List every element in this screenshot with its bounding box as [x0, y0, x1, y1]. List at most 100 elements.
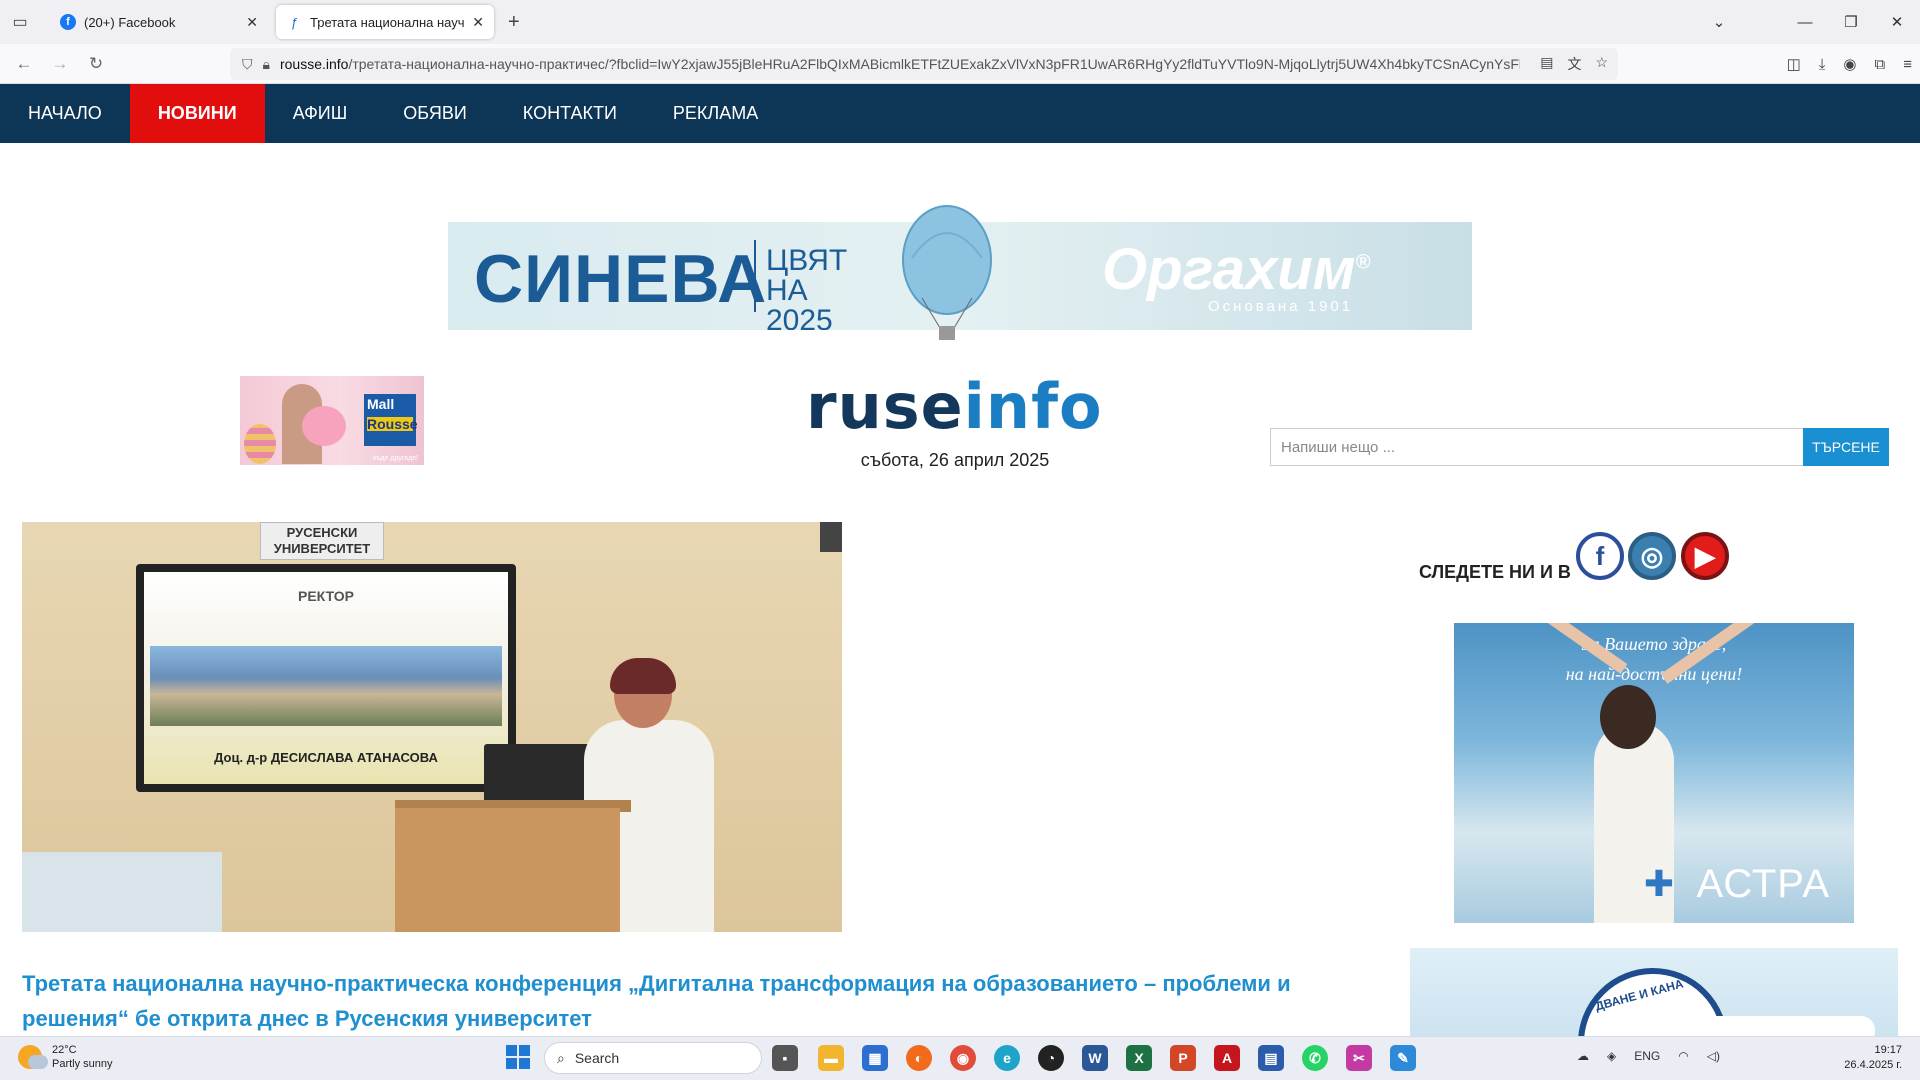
presentation-screen: РЕКТОР Доц. д-р ДЕСИСЛАВА АТАНАСОВА — [136, 564, 516, 792]
extensions-icon[interactable]: ⧉ — [1875, 56, 1886, 73]
facebook-favicon-icon: f — [60, 14, 76, 30]
astra-pharmacy-ad[interactable]: За Вашето здраве, на най-достъпни цени! ✚… — [1454, 623, 1854, 923]
astra-brand: АСТРА — [1696, 862, 1830, 906]
banner-brand-right: Оргахим® — [1102, 237, 1371, 302]
balloon-icon — [902, 205, 992, 340]
screen-name: Доц. д-р ДЕСИСЛАВА АТАНАСОВА — [214, 750, 438, 765]
facebook-icon[interactable]: f — [1576, 532, 1624, 580]
search-icon: ⌕ — [557, 1049, 565, 1066]
system-tray: ☁ ◈ ENG ◠ ◁) — [1577, 1049, 1720, 1063]
search-button[interactable]: ТЪРСЕНЕ — [1803, 428, 1889, 466]
nav-news[interactable]: НОВИНИ — [129, 84, 265, 143]
url-text[interactable]: rousse.info/третата-национална-научно-пр… — [280, 56, 1520, 72]
chevron-down-icon[interactable]: ⌄ — [1696, 13, 1742, 31]
browser-tab-bar: ▭ f (20+) Facebook ✕ ƒ Третата националн… — [0, 0, 1920, 44]
astra-tagline: За Вашето здраве, на най-достъпни цени! — [1565, 634, 1743, 684]
youtube-icon[interactable]: ▶ — [1681, 532, 1729, 580]
tab-title: (20+) Facebook — [84, 14, 176, 30]
chrome-icon[interactable]: ◉ — [950, 1045, 976, 1071]
acrobat-icon[interactable]: A — [1214, 1045, 1240, 1071]
tab-title: Третата национална научно-п — [310, 14, 465, 30]
firefox-icon[interactable]: ◐ — [906, 1045, 932, 1071]
volume-icon[interactable]: ◁) — [1707, 1049, 1720, 1063]
mall-rousse-ad[interactable]: Mall Rousse къде другаде! — [240, 376, 424, 465]
obs-icon[interactable]: ◔ — [1038, 1045, 1064, 1071]
ad-tagline: къде другаде! — [373, 455, 418, 462]
whatsapp-icon[interactable]: ✆ — [1302, 1045, 1328, 1071]
url-bar[interactable]: ⛉ 🔒︎ rousse.info/третата-национална-науч… — [230, 48, 1618, 80]
screen-title: РЕКТОР — [298, 588, 354, 604]
ad-flowers — [302, 406, 346, 446]
weather-widget[interactable]: 22°C Partly sunny — [18, 1043, 113, 1071]
reader-view-icon[interactable]: ▤ — [1540, 54, 1553, 74]
bookmark-star-icon[interactable]: ☆ — [1595, 54, 1608, 74]
partly-sunny-icon — [18, 1045, 48, 1069]
system-clock[interactable]: 19:17 26.4.2025 г. — [1844, 1043, 1902, 1073]
window-controls: ⌄ — ❐ ✕ — [1696, 0, 1920, 44]
close-tab-icon[interactable]: ✕ — [472, 14, 484, 31]
tab-facebook[interactable]: f (20+) Facebook ✕ — [50, 5, 268, 39]
nav-home[interactable]: НАЧАЛО — [0, 84, 130, 143]
close-tab-icon[interactable]: ✕ — [246, 14, 258, 31]
store-icon[interactable]: ▦ — [862, 1045, 888, 1071]
site-logo[interactable]: ruseinfo — [806, 376, 1106, 438]
banner-tagline: ЦВЯТ НА 2025 — [766, 244, 848, 331]
instagram-icon[interactable]: ◎ — [1628, 532, 1676, 580]
file-explorer-icon[interactable]: ▬ — [818, 1045, 844, 1071]
nav-ads[interactable]: ОБЯВИ — [375, 84, 495, 143]
paint-icon[interactable]: ✎ — [1390, 1045, 1416, 1071]
security-icon[interactable]: ◈ — [1607, 1049, 1616, 1063]
search-input[interactable] — [1270, 428, 1804, 466]
nav-afish[interactable]: АФИШ — [265, 84, 376, 143]
wifi-icon[interactable]: ◠ — [1678, 1049, 1688, 1063]
banner-divider — [754, 240, 756, 312]
download-icon[interactable]: ⤓ — [1819, 56, 1826, 73]
forward-icon[interactable]: → — [42, 54, 78, 74]
shield-icon[interactable]: ⛉ — [242, 56, 253, 73]
translate-icon[interactable]: 文 — [1567, 54, 1581, 74]
article-image[interactable]: РУСЕНСКИ УНИВЕРСИТЕТ РЕКТОР Доц. д-р ДЕС… — [22, 522, 842, 932]
current-date: събота, 26 април 2025 — [860, 450, 1050, 470]
powerpoint-icon[interactable]: P — [1170, 1045, 1196, 1071]
table — [22, 852, 222, 932]
app-icon[interactable]: ▤ — [1258, 1045, 1284, 1071]
menu-icon[interactable]: ≡ — [1903, 56, 1912, 73]
edge-icon[interactable]: e — [994, 1045, 1020, 1071]
site-navigation: НАЧАЛО НОВИНИ АФИШ ОБЯВИ КОНТАКТИ РЕКЛАМ… — [0, 84, 1920, 143]
new-tab-icon[interactable]: + — [508, 11, 520, 34]
account-icon[interactable]: ◉ — [1843, 55, 1856, 73]
reload-icon[interactable]: ↻ — [78, 54, 114, 74]
pharmacy-cross-icon: ✚ — [1643, 863, 1674, 904]
university-sign: РУСЕНСКИ УНИВЕРСИТЕТ — [260, 522, 384, 560]
taskbar-search[interactable]: ⌕ Search — [544, 1042, 762, 1074]
cloud-icon[interactable]: ☁ — [1577, 1049, 1589, 1063]
excel-icon[interactable]: X — [1126, 1045, 1152, 1071]
follow-us-label: СЛЕДЕТЕ НИ И В — [1419, 562, 1571, 582]
language-indicator[interactable]: ENG — [1634, 1049, 1660, 1063]
word-icon[interactable]: W — [1082, 1045, 1108, 1071]
lock-icon[interactable]: 🔒︎ — [263, 56, 270, 73]
browser-nav-bar: ← → ↻ ⛉ 🔒︎ rousse.info/третата-националн… — [0, 44, 1920, 84]
tab-article[interactable]: ƒ Третата национална научно-п ✕ — [276, 5, 494, 39]
task-view-icon[interactable]: ▪ — [772, 1045, 798, 1071]
nav-advertising[interactable]: РЕКЛАМА — [645, 84, 786, 143]
water-supply-ad[interactable]: ДВАНЕ И КАНА — [1410, 948, 1898, 1036]
back-icon[interactable]: ← — [6, 54, 42, 74]
podium — [395, 808, 620, 932]
close-window-icon[interactable]: ✕ — [1874, 13, 1920, 31]
windows-taskbar: 22°C Partly sunny ⌕ Search ▪ ▬ ▦ ◐ ◉ e ◔ … — [0, 1036, 1920, 1080]
tab-list-icon[interactable]: ▭ — [0, 0, 40, 44]
mall-rousse-logo: Mall Rousse — [364, 394, 418, 446]
pocket-icon[interactable]: ◫ — [1787, 55, 1801, 73]
banner-brand-left: СИНЕВА — [474, 241, 768, 317]
banner-since: Основана 1901 — [1208, 298, 1354, 315]
windows-start-icon[interactable] — [506, 1045, 530, 1069]
easter-egg — [244, 424, 276, 464]
restore-icon[interactable]: ❐ — [1828, 13, 1874, 31]
rousse-favicon-icon: ƒ — [290, 14, 298, 30]
article-title[interactable]: Третата национална научно-практическа ко… — [22, 966, 1392, 1036]
snipping-tool-icon[interactable]: ✂ — [1346, 1045, 1372, 1071]
campus-photo — [150, 646, 502, 726]
nav-contacts[interactable]: КОНТАКТИ — [495, 84, 645, 143]
minimize-icon[interactable]: — — [1782, 14, 1828, 31]
